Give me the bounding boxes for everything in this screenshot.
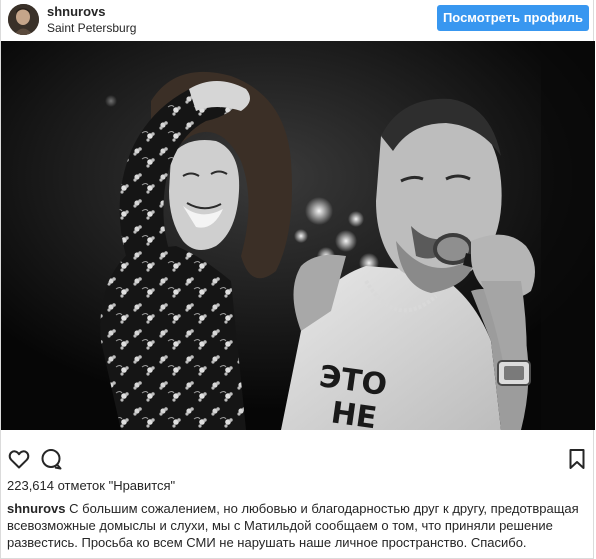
likes-count[interactable]: 223,614 отметок "Нравится": [7, 478, 175, 493]
likes-text: 223,614 отметок "Нравится": [7, 478, 176, 493]
avatar[interactable]: [8, 4, 39, 35]
post-actions: [1, 430, 595, 466]
concert-photo: ЭТО НЕ: [1, 41, 595, 430]
shirt-text-line2: НЕ: [329, 395, 379, 430]
instagram-post: shnurovs Saint Petersburg Посмотреть про…: [0, 0, 595, 559]
header-location[interactable]: Saint Petersburg: [47, 21, 136, 35]
avatar-image: [8, 4, 39, 35]
post-header: shnurovs Saint Petersburg Посмотреть про…: [1, 0, 595, 41]
comment-icon[interactable]: [39, 447, 63, 471]
bookmark-icon[interactable]: [565, 447, 589, 471]
post-caption: shnurovs С большим сожалением, но любовь…: [7, 500, 587, 551]
header-username[interactable]: shnurovs: [47, 4, 106, 19]
heart-icon[interactable]: [7, 447, 31, 471]
caption-text: С большим сожалением, но любовью и благо…: [7, 501, 579, 550]
post-photo[interactable]: ЭТО НЕ: [1, 41, 595, 430]
caption-username[interactable]: shnurovs: [7, 501, 66, 516]
view-profile-button[interactable]: Посмотреть профиль: [437, 5, 589, 31]
